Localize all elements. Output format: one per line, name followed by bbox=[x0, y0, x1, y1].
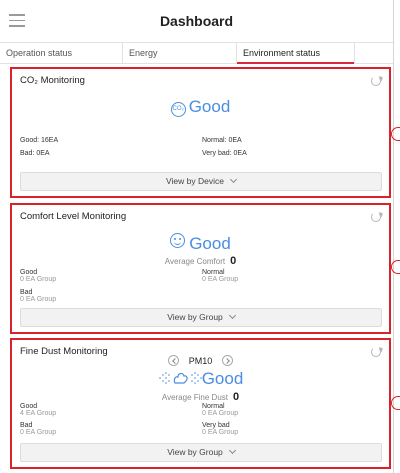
stat-bad: Bad 0 EA Group bbox=[20, 289, 57, 303]
co2-icon: CO₂ bbox=[170, 102, 186, 117]
comfort-monitoring-card: Comfort Level Monitoring Good Average Co… bbox=[10, 203, 391, 334]
chevron-down-icon bbox=[228, 311, 236, 320]
tab-environment-status[interactable]: Environment status bbox=[237, 43, 355, 64]
status-label: Good bbox=[201, 369, 244, 388]
avg-label: Average Fine Dust bbox=[161, 393, 228, 402]
button-label: View by Device bbox=[166, 176, 224, 186]
stat-very-bad: Very bad: 0EA bbox=[202, 150, 247, 157]
refresh-icon[interactable] bbox=[371, 212, 381, 222]
refresh-icon[interactable] bbox=[371, 76, 381, 86]
tab-energy[interactable]: Energy bbox=[123, 43, 237, 63]
smile-icon bbox=[170, 233, 186, 248]
status-label: Good bbox=[189, 234, 231, 253]
button-label: View by Group bbox=[167, 447, 223, 457]
average-comfort: Average Comfort 0 bbox=[12, 255, 389, 267]
previous-icon[interactable] bbox=[167, 355, 179, 366]
card-title: CO₂ Monitoring bbox=[20, 75, 85, 86]
card-title: Comfort Level Monitoring bbox=[20, 211, 127, 222]
co2-status: CO₂ Good bbox=[12, 97, 389, 117]
status-label: Good bbox=[188, 97, 231, 116]
avg-value: 0 bbox=[232, 391, 240, 403]
chevron-down-icon bbox=[228, 446, 236, 455]
tab-operation-status[interactable]: Operation status bbox=[0, 43, 123, 63]
annotation-marker bbox=[391, 396, 400, 410]
avg-value: 0 bbox=[230, 255, 237, 267]
pm-selector: PM10 bbox=[12, 355, 389, 366]
stat-normal: Normal: 0EA bbox=[202, 137, 242, 144]
stat-normal: Normal 0 EA Group bbox=[202, 269, 239, 283]
annotation-marker bbox=[391, 127, 400, 141]
annotation-marker bbox=[391, 260, 400, 274]
page-title: Dashboard bbox=[159, 13, 234, 29]
stat-bad: Bad 0 EA Group bbox=[20, 422, 57, 436]
co2-monitoring-card: CO₂ Monitoring CO₂ Good Good: 16EA Normal… bbox=[10, 67, 391, 198]
top-bar: Dashboard bbox=[0, 0, 393, 42]
button-label: View by Group bbox=[167, 312, 223, 322]
view-by-group-button[interactable]: View by Group bbox=[20, 443, 382, 462]
chevron-down-icon bbox=[229, 175, 238, 184]
average-fine-dust: Average Fine Dust 0 bbox=[12, 391, 389, 403]
stat-very-bad: Very bad 0 EA Group bbox=[202, 422, 239, 436]
tab-bar: Operation status Energy Environment stat… bbox=[0, 42, 393, 64]
dust-icon bbox=[158, 372, 202, 384]
view-by-group-button[interactable]: View by Group bbox=[20, 308, 382, 327]
comfort-status: Good bbox=[12, 233, 389, 254]
view-by-device-button[interactable]: View by Device bbox=[20, 172, 382, 191]
next-icon[interactable] bbox=[222, 355, 234, 366]
avg-label: Average Comfort bbox=[164, 257, 226, 266]
dust-status: Good bbox=[12, 369, 389, 389]
stat-bad: Bad: 0EA bbox=[20, 150, 50, 157]
fine-dust-monitoring-card: Fine Dust Monitoring PM10 Good Average F… bbox=[10, 338, 391, 469]
stat-normal: Normal 0 EA Group bbox=[202, 403, 239, 417]
stat-good: Good 0 EA Group bbox=[20, 269, 57, 283]
stat-good: Good: 16EA bbox=[20, 137, 59, 144]
stat-good: Good 4 EA Group bbox=[20, 403, 57, 417]
pm-label: PM10 bbox=[188, 356, 213, 366]
